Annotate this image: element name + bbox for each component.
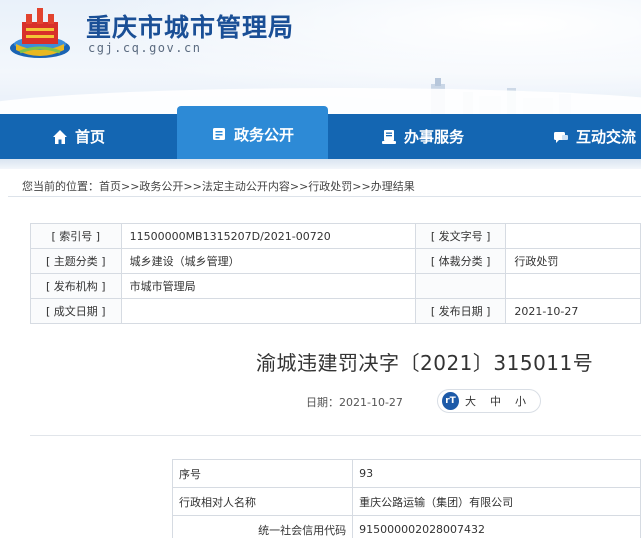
nav-item-label: 办事服务 — [404, 128, 465, 146]
meta-key: [ 体裁分类 ] — [414, 248, 507, 274]
table-row: 序号 93 — [171, 459, 641, 488]
breadcrumb-path[interactable]: 首页>>政务公开>>法定主动公开内容>>行政处罚>>办理结果 — [99, 180, 415, 193]
meta-value: 2021-10-27 — [505, 298, 641, 324]
document-icon — [212, 128, 225, 140]
detail-value: 915000002028007432 — [352, 515, 641, 538]
main-nav: 首页 政务公开 办事服务 互动交流 — [0, 106, 641, 162]
meta-key: [ 主题分类 ] — [30, 248, 122, 274]
divider — [8, 196, 641, 197]
document-title: 渝城违建罚决字〔2021〕315011号 — [256, 351, 594, 375]
table-row: 统一社会信用代码 915000002028007432 — [171, 515, 641, 538]
nav-item-interaction[interactable]: 互动交流 — [553, 114, 636, 159]
meta-key: [ 成文日期 ] — [30, 298, 122, 324]
site-logo[interactable] — [6, 4, 74, 62]
site-title[interactable]: 重庆市城市管理局 — [86, 8, 294, 44]
divider — [30, 435, 641, 436]
nav-item-affairs[interactable]: 政务公开 — [177, 106, 328, 162]
chat-icon — [554, 131, 568, 143]
detail-key: 统一社会信用代码 — [171, 515, 354, 538]
table-row: [ 发布机构 ] 市城市管理局 — [30, 273, 641, 299]
meta-value: 行政处罚 — [505, 248, 641, 274]
meta-value — [505, 273, 641, 299]
nav-item-home[interactable]: 首页 — [52, 114, 105, 159]
document-meta-table: [ 索引号 ] 11500000MB1315207D/2021-00720 [ … — [30, 223, 641, 324]
site-header: 重庆市城市管理局 cgj.cq.gov.cn — [0, 0, 641, 120]
font-size-small-button[interactable]: 小 — [515, 393, 526, 409]
meta-value — [120, 298, 416, 324]
breadcrumb: 您当前的位置：首页>>政务公开>>法定主动公开内容>>行政处罚>>办理结果 — [22, 178, 415, 194]
nav-item-label: 首页 — [75, 128, 106, 146]
font-size-medium-button[interactable]: 中 — [490, 393, 501, 409]
meta-key: [ 发布日期 ] — [414, 298, 507, 324]
document-date: 日期：2021-10-27 — [306, 396, 403, 409]
detail-key: 序号 — [171, 459, 354, 488]
service-icon — [382, 129, 396, 144]
font-size-large-button[interactable]: 大 — [465, 393, 476, 409]
meta-key: [ 发文字号 ] — [414, 223, 507, 249]
table-row: 行政相对人名称 重庆公路运输（集团）有限公司 — [171, 487, 641, 516]
meta-key: [ 发布机构 ] — [30, 273, 122, 299]
breadcrumb-prefix: 您当前的位置： — [22, 180, 99, 193]
nav-item-label: 政务公开 — [233, 125, 294, 144]
detail-value: 93 — [352, 459, 641, 488]
meta-key: [ 索引号 ] — [30, 223, 122, 249]
table-row: [ 成文日期 ] [ 发布日期 ] 2021-10-27 — [30, 298, 641, 324]
nav-item-services[interactable]: 办事服务 — [381, 114, 464, 159]
penalty-detail-table: 序号 93 行政相对人名称 重庆公路运输（集团）有限公司 统一社会信用代码 91… — [171, 459, 641, 538]
meta-value: 市城市管理局 — [120, 273, 416, 299]
meta-key — [414, 273, 507, 299]
table-row: [ 索引号 ] 11500000MB1315207D/2021-00720 [ … — [30, 223, 641, 249]
site-domain: cgj.cq.gov.cn — [88, 41, 202, 55]
meta-value: 城乡建设（城乡管理） — [120, 248, 416, 274]
detail-value: 重庆公路运输（集团）有限公司 — [352, 487, 641, 516]
detail-key: 行政相对人名称 — [171, 487, 354, 516]
table-row: [ 主题分类 ] 城乡建设（城乡管理） [ 体裁分类 ] 行政处罚 — [30, 248, 641, 274]
nav-item-label: 互动交流 — [576, 128, 637, 146]
home-icon — [53, 129, 67, 144]
font-size-switcher: rT 大 中 小 — [437, 389, 541, 413]
meta-value — [505, 223, 641, 249]
page: 重庆市城市管理局 cgj.cq.gov.cn 首页 政务公开 办事服务 互动交流… — [0, 0, 641, 538]
font-size-icon: rT — [442, 392, 459, 410]
meta-value: 11500000MB1315207D/2021-00720 — [120, 223, 416, 249]
